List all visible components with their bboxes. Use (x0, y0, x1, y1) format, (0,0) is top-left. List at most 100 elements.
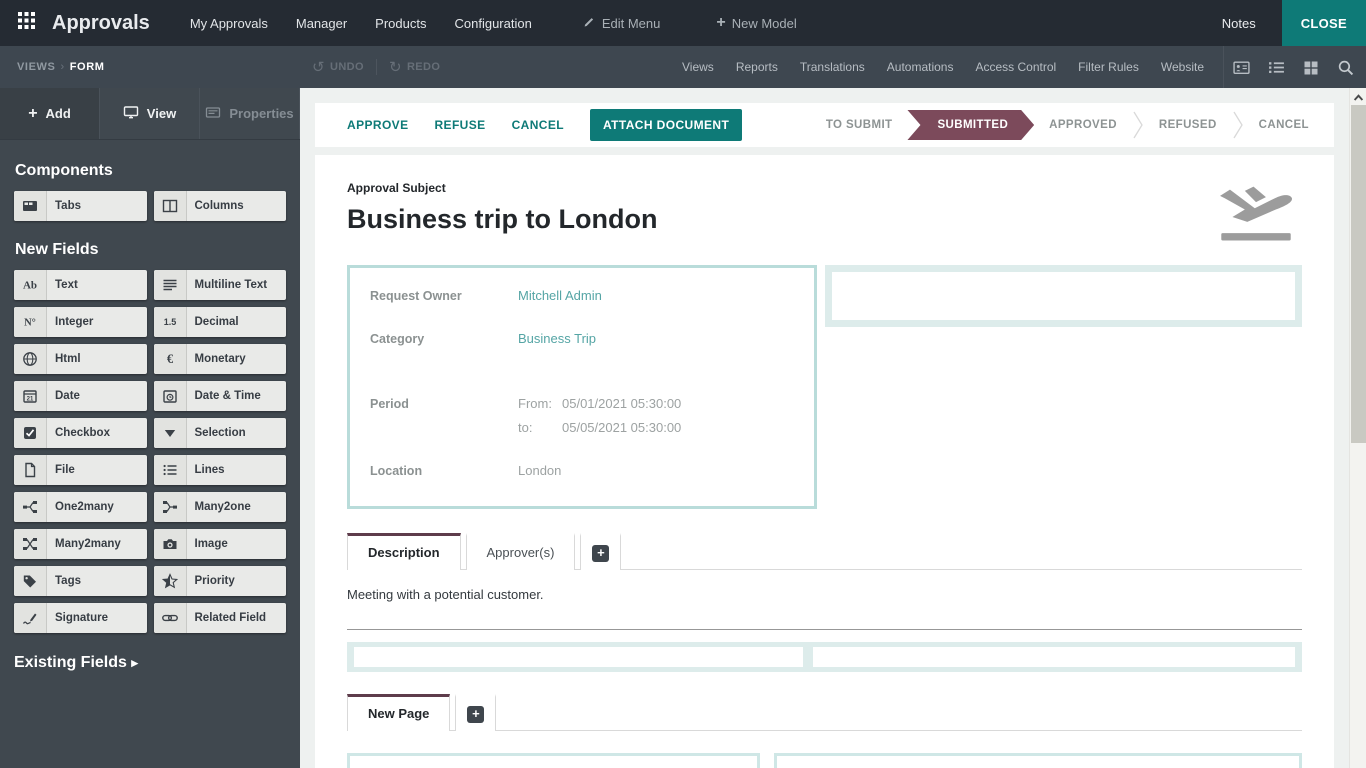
status-approved[interactable]: APPROVED (1034, 119, 1132, 131)
new-field-tags[interactable]: Tags (14, 566, 147, 596)
plus-icon: + (28, 105, 37, 123)
toolbar-tab-filter-rules[interactable]: Filter Rules (1078, 60, 1139, 74)
new-field-integer[interactable]: N° Integer (14, 307, 147, 337)
app-title: Approvals (52, 12, 150, 35)
status-refused[interactable]: REFUSED (1144, 119, 1232, 131)
sidebar-tab-add[interactable]: + Add (0, 88, 100, 139)
tags-field-icon (14, 566, 47, 596)
component-tabs[interactable]: Tabs (14, 191, 147, 221)
empty-group-dropzone[interactable] (774, 753, 1302, 768)
new-field-selection[interactable]: Selection (154, 418, 287, 448)
empty-field-dropzone[interactable] (354, 647, 803, 667)
new-field-monetary[interactable]: € Monetary (154, 344, 287, 374)
empty-group-dropzone[interactable] (347, 753, 760, 768)
request-owner-value[interactable]: Mitchell Admin (518, 288, 602, 303)
field-group[interactable]: Request Owner Mitchell Admin Category Bu… (347, 265, 817, 509)
new-field-signature[interactable]: Signature (14, 603, 147, 633)
breadcrumb-views[interactable]: VIEWS (17, 61, 55, 73)
separator-line (347, 629, 1302, 630)
tabs-component-icon (14, 191, 47, 221)
notes-button[interactable]: Notes (1222, 16, 1256, 31)
columns-component-icon (154, 191, 187, 221)
new-model-button[interactable]: + New Model (716, 14, 796, 32)
image-field-icon (154, 529, 187, 559)
subject-field-value[interactable]: Business trip to London (347, 204, 1302, 235)
toolbar-tab-translations[interactable]: Translations (800, 60, 865, 74)
toolbar-tab-access-control[interactable]: Access Control (975, 60, 1056, 74)
nav-products[interactable]: Products (375, 16, 426, 31)
new-field-decimal[interactable]: 1.5 Decimal (154, 307, 287, 337)
period-from-value: 05/01/2021 05:30:00 (562, 396, 681, 411)
location-label: Location (370, 463, 518, 478)
new-field-priority[interactable]: Priority (154, 566, 287, 596)
nav-configuration[interactable]: Configuration (454, 16, 531, 31)
chevron-right-icon: ▸ (131, 655, 138, 670)
nav-my-approvals[interactable]: My Approvals (190, 16, 268, 31)
add-tab-button[interactable]: + (455, 694, 496, 731)
status-submitted[interactable]: SUBMITTED (907, 110, 1034, 140)
kanban-view-icon[interactable] (1303, 59, 1319, 75)
toolbar-tab-automations[interactable]: Automations (887, 60, 954, 74)
empty-field-dropzone[interactable] (813, 647, 1295, 667)
search-icon[interactable] (1337, 59, 1354, 76)
status-to-submit[interactable]: TO SUBMIT (811, 119, 908, 131)
plus-icon: + (716, 14, 725, 32)
category-value[interactable]: Business Trip (518, 331, 596, 346)
new-field-image[interactable]: Image (154, 529, 287, 559)
component-columns[interactable]: Columns (154, 191, 287, 221)
new-field-many2many[interactable]: Many2many (14, 529, 147, 559)
subject-field-label: Approval Subject (347, 181, 1302, 195)
new-field-date[interactable]: 21 Date (14, 381, 147, 411)
scroll-up-arrow[interactable] (1352, 88, 1365, 105)
one2many-field-icon (14, 492, 47, 522)
apps-menu-button[interactable] (0, 12, 52, 34)
new-field-text[interactable]: Ab Text (14, 270, 147, 300)
monetary-field-icon: € (154, 344, 187, 374)
form-editor-canvas: APPROVE REFUSE CANCEL ATTACH DOCUMENT TO… (300, 88, 1349, 768)
sidebar-tab-view[interactable]: View (100, 88, 200, 139)
tab-description[interactable]: Description (347, 533, 461, 570)
redo-button[interactable]: ↻ REDO (389, 58, 440, 76)
many2many-field-icon (14, 529, 47, 559)
undo-button[interactable]: ↺ UNDO (312, 58, 364, 76)
new-field-multiline-text[interactable]: Multiline Text (154, 270, 287, 300)
vertical-scrollbar[interactable] (1349, 88, 1366, 768)
toolbar-tab-reports[interactable]: Reports (736, 60, 778, 74)
checkbox-field-icon (14, 418, 47, 448)
new-field-datetime[interactable]: Date & Time (154, 381, 287, 411)
field-row-location: Location London (370, 463, 796, 478)
edit-menu-button[interactable]: Edit Menu (582, 15, 661, 32)
approve-button[interactable]: APPROVE (347, 118, 408, 132)
sidebar-tab-properties[interactable]: Properties (200, 88, 300, 139)
period-value[interactable]: From: 05/01/2021 05:30:00 to: 05/05/2021… (518, 396, 681, 435)
location-value[interactable]: London (518, 463, 561, 478)
close-studio-button[interactable]: CLOSE (1282, 0, 1366, 46)
refuse-button[interactable]: REFUSE (434, 118, 485, 132)
status-cancel[interactable]: CANCEL (1244, 119, 1324, 131)
new-field-related[interactable]: Related Field (154, 603, 287, 633)
scrollbar-thumb[interactable] (1351, 105, 1366, 443)
toolbar-tab-views[interactable]: Views (682, 60, 714, 74)
tab-approvers[interactable]: Approver(s) (466, 533, 576, 570)
nav-manager[interactable]: Manager (296, 16, 347, 31)
field-row-period: Period From: 05/01/2021 05:30:00 to: 05/… (370, 396, 796, 435)
new-field-one2many[interactable]: One2many (14, 492, 147, 522)
existing-fields-toggle[interactable]: Existing Fields ▸ (14, 654, 286, 672)
cancel-button[interactable]: CANCEL (512, 118, 564, 132)
properties-icon (205, 104, 221, 123)
tab-new-page[interactable]: New Page (347, 694, 450, 731)
new-field-many2one[interactable]: Many2one (154, 492, 287, 522)
chevron-separator-icon (1232, 110, 1244, 140)
new-field-file[interactable]: File (14, 455, 147, 485)
add-tab-button[interactable]: + (580, 533, 621, 570)
contacts-card-icon[interactable] (1233, 59, 1250, 76)
list-view-icon[interactable] (1268, 59, 1285, 76)
pencil-icon (582, 15, 596, 32)
empty-column-dropzone[interactable] (825, 265, 1302, 327)
new-field-checkbox[interactable]: Checkbox (14, 418, 147, 448)
new-field-html[interactable]: Html (14, 344, 147, 374)
signature-field-icon (14, 603, 47, 633)
attach-document-button[interactable]: ATTACH DOCUMENT (590, 109, 742, 141)
new-field-lines[interactable]: Lines (154, 455, 287, 485)
toolbar-tab-website[interactable]: Website (1161, 60, 1204, 74)
